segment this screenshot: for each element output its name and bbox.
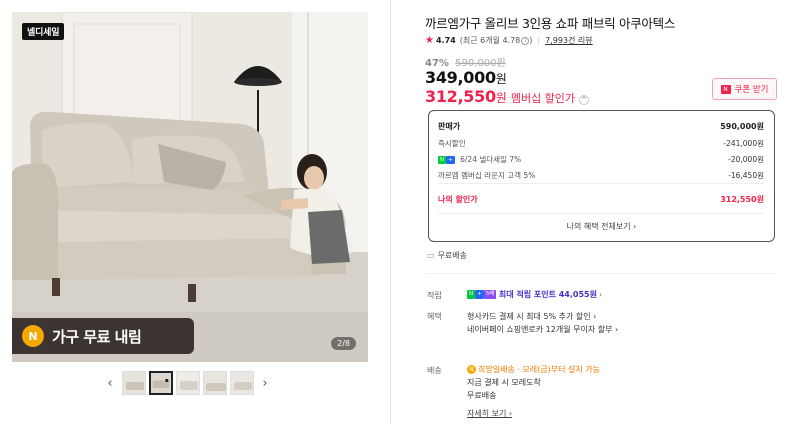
thumbnail-strip: ‹ › — [100, 370, 275, 396]
rating-score: 4.74 — [435, 36, 456, 45]
n-coin-icon: N — [22, 325, 44, 347]
accrual-row[interactable]: N +5배 최대 적립 포인트 44,055원 › — [467, 289, 602, 300]
breakdown-label-wrap: N + 6/24 넬다세일 7% — [438, 154, 521, 165]
thumbnail-3[interactable] — [175, 371, 200, 395]
coupon-button[interactable]: N 쿠폰 받기 — [712, 78, 777, 100]
plus-badge: + — [475, 290, 484, 299]
image-page-indicator: 2/8 — [331, 337, 356, 350]
delivery-hope-row: N 희망일배송 · 모레(금)부터 설치 가능 — [467, 364, 600, 375]
delivery-detail-link[interactable]: 자세히 보기 › — [467, 408, 512, 419]
thumbnail-next-arrow-icon[interactable]: › — [255, 371, 275, 395]
sale-tag-badge: 넬디세일 — [22, 23, 65, 40]
view-all-benefits-link[interactable]: 나의 혜택 전체보기 › — [429, 221, 774, 232]
thumbnail-5[interactable] — [229, 371, 254, 395]
info-icon[interactable]: i — [521, 36, 530, 45]
breakdown-divider — [438, 183, 764, 184]
sale-price: 349,000 — [425, 68, 496, 87]
promo-text: 가구 무료 내림 — [52, 327, 142, 346]
breakdown-row-membership: 까르엠 멤버십 라운지 고객 5% -16,450원 — [438, 170, 764, 181]
my-discount-label: 나의 할인가 — [438, 195, 478, 204]
accrual-label: 적립 — [427, 291, 442, 300]
breakdown-divider-2 — [438, 213, 764, 214]
thumbnail-2[interactable] — [148, 371, 173, 395]
thumbnail-4[interactable] — [202, 371, 227, 395]
accrual-text: 최대 적립 포인트 44,055원 — [498, 290, 597, 299]
delivery-hope-text: 희망일배송 · 모레(금)부터 설치 가능 — [478, 365, 600, 374]
delivery-free: 무료배송 — [467, 391, 497, 400]
product-photo — [12, 12, 368, 362]
my-discount-row: 나의 할인가 312,550원 — [438, 194, 764, 205]
member-price: 312,550 — [425, 87, 496, 106]
thumbnail-prev-arrow-icon[interactable]: ‹ — [100, 371, 120, 395]
free-shipping-note: ▭ 무료배송 — [427, 250, 467, 261]
recent-rating-close: ) — [529, 36, 533, 45]
breakdown-label: 까르엠 멤버십 라운지 고객 5% — [438, 171, 536, 180]
rating-row: ★ 4.74 (최근 6개월 4.78 i ) | 7,993건 리뷰 — [425, 35, 593, 46]
product-title: 까르엠가구 올리브 3인용 쇼파 패브릭 아쿠아텍스 — [425, 16, 676, 31]
coupon-icon: N — [720, 84, 731, 94]
breakdown-row-list-price: 판매가 590,000원 — [438, 121, 764, 132]
my-discount-value: 312,550원 — [720, 195, 764, 204]
price-row: 349,000원 — [425, 68, 507, 87]
chevron-right-icon: › — [598, 290, 603, 299]
breakdown-value: -16,450원 — [728, 171, 764, 180]
coupon-button-label: 쿠폰 받기 — [734, 85, 769, 95]
plus-badge: + — [446, 156, 455, 164]
perks-label: 혜택 — [427, 312, 442, 321]
review-count-link[interactable]: 7,993건 리뷰 — [545, 35, 593, 46]
price-breakdown-box: 판매가 590,000원 즉시할인 -241,000원 N + 6/24 넬다세일… — [428, 110, 775, 242]
breakdown-label: 6/24 넬다세일 7% — [460, 155, 522, 164]
naver-n-badge: N — [467, 365, 476, 374]
column-divider — [390, 0, 391, 424]
delivery-eta: 지금 결제 시 모레도착 — [467, 378, 541, 387]
star-icon: ★ — [425, 35, 434, 46]
member-price-unit: 원 — [495, 91, 507, 105]
naver-n-badge: N — [467, 290, 476, 299]
breakdown-row-instant-discount: 즉시할인 -241,000원 — [438, 138, 764, 149]
member-price-row: 312,550 원 멤버십 할인가 ^ — [425, 87, 590, 106]
breakdown-value: -20,000원 — [728, 155, 764, 164]
breakdown-value: 590,000원 — [720, 122, 764, 131]
chevron-up-icon[interactable]: ^ — [579, 95, 590, 105]
multiplier-badge: 5배 — [483, 290, 497, 299]
breakdown-label: 판매가 — [438, 122, 461, 131]
section-divider — [425, 273, 777, 274]
discount-row: 47% 590,000원 — [425, 54, 506, 69]
card-discount-link[interactable]: 형사카드 결제 시 최대 5% 추가 할인 › — [467, 311, 596, 322]
free-delivery-promo-banner: N 가구 무료 내림 — [12, 318, 194, 354]
delivery-label: 배송 — [427, 366, 442, 375]
breakdown-value: -241,000원 — [723, 139, 764, 148]
recent-rating: (최근 6개월 4.78 — [459, 36, 521, 45]
installment-link[interactable]: 네이버페이 쇼핑앤로카 12개월 무이자 할부 › — [467, 324, 618, 335]
price-unit: 원 — [495, 72, 507, 86]
free-shipping-text: 무료배송 — [437, 251, 468, 260]
naver-n-badge: N — [438, 156, 447, 164]
rating-separator: | — [537, 36, 541, 45]
member-price-label: 멤버십 할인가 — [510, 92, 576, 105]
product-image-gallery[interactable]: 넬디세일 N 가구 무료 내림 2/8 — [12, 12, 368, 362]
breakdown-label: 즉시할인 — [438, 139, 466, 148]
thumbnail-1[interactable] — [121, 371, 146, 395]
breakdown-row-sale: N + 6/24 넬다세일 7% -20,000원 — [438, 154, 764, 165]
shipping-icon: ▭ — [427, 251, 435, 260]
